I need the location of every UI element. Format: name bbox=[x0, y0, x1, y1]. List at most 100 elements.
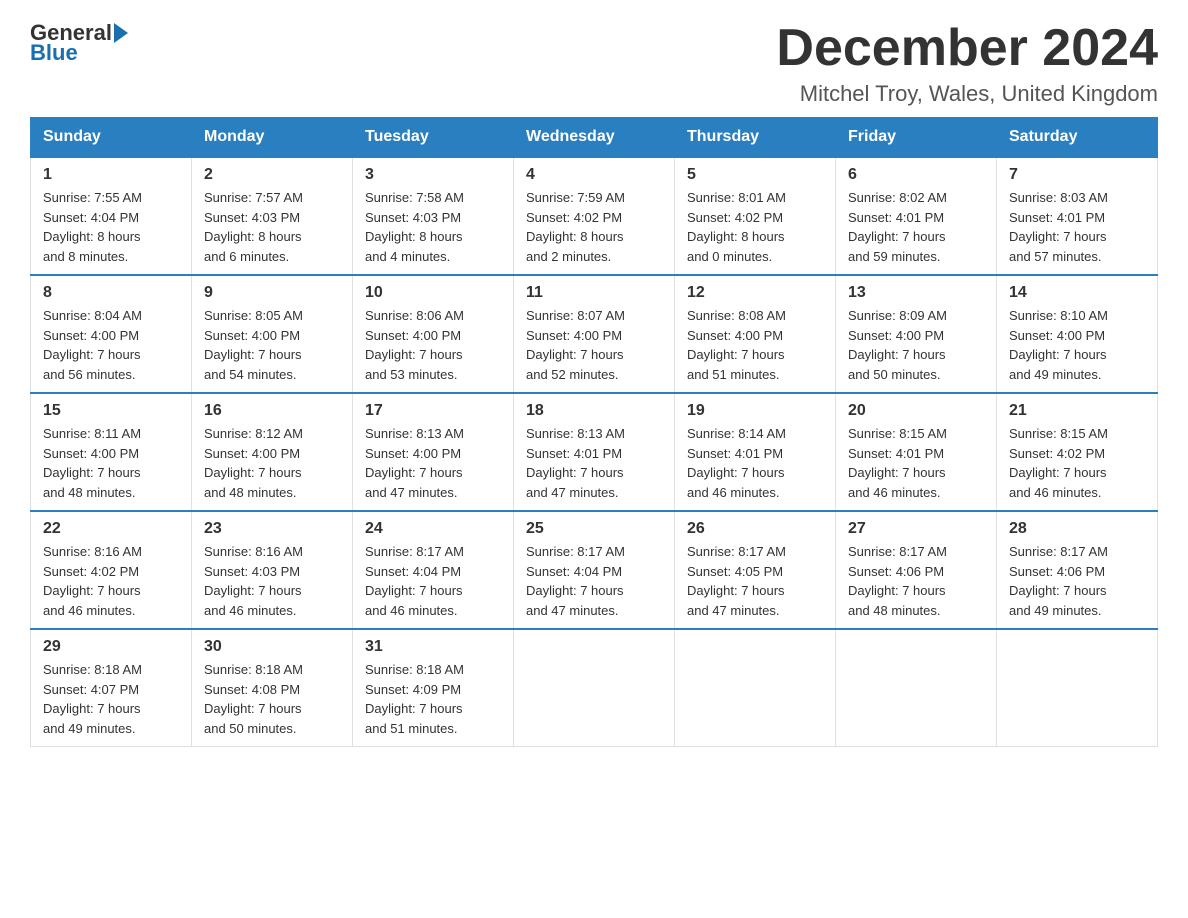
day-info: Sunrise: 8:11 AM Sunset: 4:00 PM Dayligh… bbox=[43, 424, 179, 502]
day-info: Sunrise: 8:18 AM Sunset: 4:09 PM Dayligh… bbox=[365, 660, 501, 738]
header-sunday: Sunday bbox=[31, 118, 192, 158]
day-info: Sunrise: 8:18 AM Sunset: 4:08 PM Dayligh… bbox=[204, 660, 340, 738]
calendar-cell: 31 Sunrise: 8:18 AM Sunset: 4:09 PM Dayli… bbox=[353, 629, 514, 747]
calendar-cell: 18 Sunrise: 8:13 AM Sunset: 4:01 PM Dayli… bbox=[514, 393, 675, 511]
day-info: Sunrise: 8:16 AM Sunset: 4:03 PM Dayligh… bbox=[204, 542, 340, 620]
calendar-cell: 7 Sunrise: 8:03 AM Sunset: 4:01 PM Daylig… bbox=[997, 157, 1158, 275]
calendar-cell: 22 Sunrise: 8:16 AM Sunset: 4:02 PM Dayli… bbox=[31, 511, 192, 629]
day-number: 22 bbox=[43, 520, 179, 538]
calendar-cell: 23 Sunrise: 8:16 AM Sunset: 4:03 PM Dayli… bbox=[192, 511, 353, 629]
day-number: 2 bbox=[204, 166, 340, 184]
day-info: Sunrise: 8:13 AM Sunset: 4:01 PM Dayligh… bbox=[526, 424, 662, 502]
day-number: 15 bbox=[43, 402, 179, 420]
calendar-cell: 29Sunrise: 8:18 AM Sunset: 4:07 PM Dayli… bbox=[31, 629, 192, 747]
day-number: 11 bbox=[526, 284, 662, 302]
calendar-cell: 10 Sunrise: 8:06 AM Sunset: 4:00 PM Dayli… bbox=[353, 275, 514, 393]
calendar-cell bbox=[675, 629, 836, 747]
calendar-cell: 16 Sunrise: 8:12 AM Sunset: 4:00 PM Dayli… bbox=[192, 393, 353, 511]
day-number: 6 bbox=[848, 166, 984, 184]
day-number: 5 bbox=[687, 166, 823, 184]
day-info: Sunrise: 8:09 AM Sunset: 4:00 PM Dayligh… bbox=[848, 306, 984, 384]
week-row-3: 15 Sunrise: 8:11 AM Sunset: 4:00 PM Dayli… bbox=[31, 393, 1158, 511]
day-number: 1 bbox=[43, 166, 179, 184]
day-number: 19 bbox=[687, 402, 823, 420]
logo: General Blue bbox=[30, 20, 128, 66]
day-info: Sunrise: 8:04 AM Sunset: 4:00 PM Dayligh… bbox=[43, 306, 179, 384]
calendar-cell bbox=[997, 629, 1158, 747]
day-info: Sunrise: 8:12 AM Sunset: 4:00 PM Dayligh… bbox=[204, 424, 340, 502]
header-thursday: Thursday bbox=[675, 118, 836, 158]
day-info: Sunrise: 8:08 AM Sunset: 4:00 PM Dayligh… bbox=[687, 306, 823, 384]
logo-arrow-icon bbox=[114, 23, 128, 43]
day-number: 7 bbox=[1009, 166, 1145, 184]
day-number: 12 bbox=[687, 284, 823, 302]
header-tuesday: Tuesday bbox=[353, 118, 514, 158]
calendar-cell: 1Sunrise: 7:55 AM Sunset: 4:04 PM Daylig… bbox=[31, 157, 192, 275]
week-row-5: 29Sunrise: 8:18 AM Sunset: 4:07 PM Dayli… bbox=[31, 629, 1158, 747]
day-number: 13 bbox=[848, 284, 984, 302]
calendar-cell: 12 Sunrise: 8:08 AM Sunset: 4:00 PM Dayli… bbox=[675, 275, 836, 393]
day-info: Sunrise: 8:17 AM Sunset: 4:05 PM Dayligh… bbox=[687, 542, 823, 620]
day-info: Sunrise: 8:17 AM Sunset: 4:06 PM Dayligh… bbox=[848, 542, 984, 620]
header-wednesday: Wednesday bbox=[514, 118, 675, 158]
day-info: Sunrise: 8:15 AM Sunset: 4:01 PM Dayligh… bbox=[848, 424, 984, 502]
calendar-cell: 6 Sunrise: 8:02 AM Sunset: 4:01 PM Daylig… bbox=[836, 157, 997, 275]
calendar-cell: 26 Sunrise: 8:17 AM Sunset: 4:05 PM Dayli… bbox=[675, 511, 836, 629]
day-info: Sunrise: 8:10 AM Sunset: 4:00 PM Dayligh… bbox=[1009, 306, 1145, 384]
day-info: Sunrise: 8:02 AM Sunset: 4:01 PM Dayligh… bbox=[848, 188, 984, 266]
week-row-4: 22 Sunrise: 8:16 AM Sunset: 4:02 PM Dayli… bbox=[31, 511, 1158, 629]
calendar-cell bbox=[514, 629, 675, 747]
day-number: 25 bbox=[526, 520, 662, 538]
day-info: Sunrise: 8:13 AM Sunset: 4:00 PM Dayligh… bbox=[365, 424, 501, 502]
calendar-cell: 4Sunrise: 7:59 AM Sunset: 4:02 PM Daylig… bbox=[514, 157, 675, 275]
day-info: Sunrise: 8:14 AM Sunset: 4:01 PM Dayligh… bbox=[687, 424, 823, 502]
calendar-cell: 20Sunrise: 8:15 AM Sunset: 4:01 PM Dayli… bbox=[836, 393, 997, 511]
day-info: Sunrise: 8:03 AM Sunset: 4:01 PM Dayligh… bbox=[1009, 188, 1145, 266]
week-row-1: 1Sunrise: 7:55 AM Sunset: 4:04 PM Daylig… bbox=[31, 157, 1158, 275]
calendar-cell: 30 Sunrise: 8:18 AM Sunset: 4:08 PM Dayli… bbox=[192, 629, 353, 747]
calendar-table: SundayMondayTuesdayWednesdayThursdayFrid… bbox=[30, 117, 1158, 747]
day-number: 21 bbox=[1009, 402, 1145, 420]
day-number: 30 bbox=[204, 638, 340, 656]
day-info: Sunrise: 8:06 AM Sunset: 4:00 PM Dayligh… bbox=[365, 306, 501, 384]
day-number: 28 bbox=[1009, 520, 1145, 538]
calendar-cell: 25 Sunrise: 8:17 AM Sunset: 4:04 PM Dayli… bbox=[514, 511, 675, 629]
calendar-cell: 14 Sunrise: 8:10 AM Sunset: 4:00 PM Dayli… bbox=[997, 275, 1158, 393]
day-info: Sunrise: 8:17 AM Sunset: 4:04 PM Dayligh… bbox=[526, 542, 662, 620]
calendar-header-row: SundayMondayTuesdayWednesdayThursdayFrid… bbox=[31, 118, 1158, 158]
week-row-2: 8 Sunrise: 8:04 AM Sunset: 4:00 PM Daylig… bbox=[31, 275, 1158, 393]
calendar-cell: 19 Sunrise: 8:14 AM Sunset: 4:01 PM Dayli… bbox=[675, 393, 836, 511]
month-title: December 2024 bbox=[776, 20, 1158, 77]
calendar-cell: 11 Sunrise: 8:07 AM Sunset: 4:00 PM Dayli… bbox=[514, 275, 675, 393]
day-info: Sunrise: 8:17 AM Sunset: 4:06 PM Dayligh… bbox=[1009, 542, 1145, 620]
calendar-cell: 17Sunrise: 8:13 AM Sunset: 4:00 PM Dayli… bbox=[353, 393, 514, 511]
day-number: 10 bbox=[365, 284, 501, 302]
day-info: Sunrise: 8:07 AM Sunset: 4:00 PM Dayligh… bbox=[526, 306, 662, 384]
calendar-cell: 28 Sunrise: 8:17 AM Sunset: 4:06 PM Dayli… bbox=[997, 511, 1158, 629]
page-header: General Blue December 2024 Mitchel Troy,… bbox=[30, 20, 1158, 107]
calendar-cell: 2 Sunrise: 7:57 AM Sunset: 4:03 PM Daylig… bbox=[192, 157, 353, 275]
day-number: 16 bbox=[204, 402, 340, 420]
day-info: Sunrise: 7:57 AM Sunset: 4:03 PM Dayligh… bbox=[204, 188, 340, 266]
calendar-cell: 21Sunrise: 8:15 AM Sunset: 4:02 PM Dayli… bbox=[997, 393, 1158, 511]
day-number: 18 bbox=[526, 402, 662, 420]
day-info: Sunrise: 8:16 AM Sunset: 4:02 PM Dayligh… bbox=[43, 542, 179, 620]
day-number: 29 bbox=[43, 638, 179, 656]
day-info: Sunrise: 8:01 AM Sunset: 4:02 PM Dayligh… bbox=[687, 188, 823, 266]
header-monday: Monday bbox=[192, 118, 353, 158]
day-number: 26 bbox=[687, 520, 823, 538]
day-number: 8 bbox=[43, 284, 179, 302]
day-info: Sunrise: 8:17 AM Sunset: 4:04 PM Dayligh… bbox=[365, 542, 501, 620]
calendar-cell bbox=[836, 629, 997, 747]
calendar-cell: 15 Sunrise: 8:11 AM Sunset: 4:00 PM Dayli… bbox=[31, 393, 192, 511]
calendar-cell: 3 Sunrise: 7:58 AM Sunset: 4:03 PM Daylig… bbox=[353, 157, 514, 275]
day-number: 24 bbox=[365, 520, 501, 538]
day-number: 31 bbox=[365, 638, 501, 656]
day-number: 4 bbox=[526, 166, 662, 184]
calendar-cell: 27Sunrise: 8:17 AM Sunset: 4:06 PM Dayli… bbox=[836, 511, 997, 629]
day-number: 14 bbox=[1009, 284, 1145, 302]
day-info: Sunrise: 7:58 AM Sunset: 4:03 PM Dayligh… bbox=[365, 188, 501, 266]
day-number: 23 bbox=[204, 520, 340, 538]
title-section: December 2024 Mitchel Troy, Wales, Unite… bbox=[776, 20, 1158, 107]
day-number: 3 bbox=[365, 166, 501, 184]
